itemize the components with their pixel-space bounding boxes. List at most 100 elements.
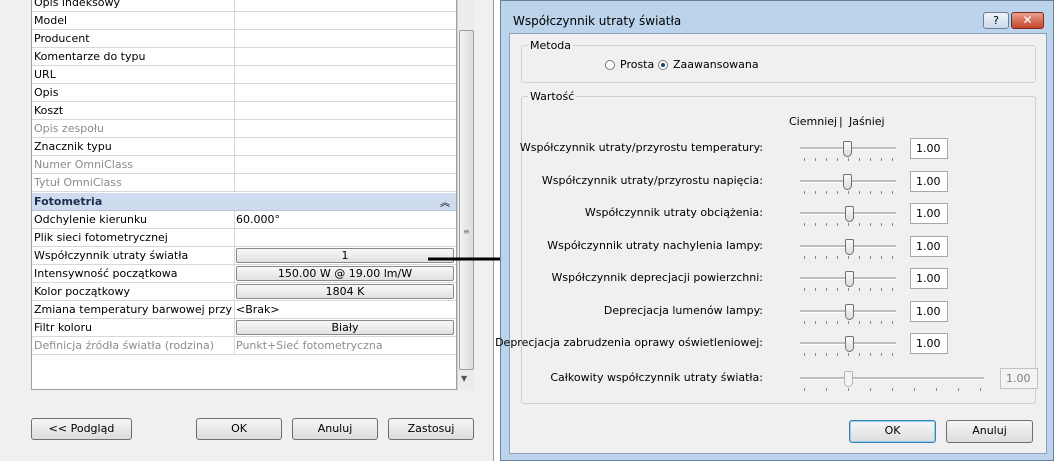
property-row[interactable]: Opis zespołu [32, 120, 456, 138]
slider-thumb[interactable] [845, 336, 854, 352]
property-name: Zmiana temperatury barwowej przyci [34, 303, 232, 316]
property-name: Intensywność początkowa [34, 267, 178, 280]
slider-track[interactable] [800, 376, 984, 380]
preview-button[interactable]: << Podgląd [31, 418, 132, 440]
column-divider [234, 211, 235, 229]
property-name: Opis zespołu [34, 122, 105, 135]
property-value[interactable]: 60.000° [236, 213, 280, 226]
property-value-button[interactable]: 1 [236, 248, 454, 263]
radio-advanced-label[interactable]: Zaawansowana [673, 58, 759, 71]
slider-value-field[interactable]: 1.00 [910, 300, 948, 322]
scale-darker-label: Ciemniej [789, 115, 838, 128]
property-name: Opis [34, 86, 59, 99]
slider-value-field[interactable]: 1.00 [910, 268, 948, 289]
method-group-label: Metoda [528, 39, 574, 52]
slider-ticks [804, 288, 893, 292]
dialog-cancel-button[interactable]: Anuluj [946, 420, 1033, 443]
property-row[interactable]: Definicja źródła światła (rodzina) Punkt+… [32, 337, 456, 355]
slider-thumb[interactable] [845, 238, 854, 255]
type-properties-panel: Opis indeksowy Model Producent Komentarze d… [0, 0, 494, 461]
section-title: Fotometria [34, 195, 103, 208]
property-name: Producent [34, 32, 90, 45]
property-row[interactable]: Numer OmniClass [32, 156, 456, 174]
slider-ticks [804, 190, 893, 195]
section-header-photometry[interactable]: Fotometria ︽ [32, 193, 456, 211]
slider-thumb[interactable] [845, 303, 854, 320]
property-row[interactable]: Model [32, 12, 456, 30]
property-value-button[interactable]: 1804 K [236, 284, 454, 299]
properties-scrollbar[interactable]: ≡ ▼ [457, 0, 474, 390]
slider-thumb[interactable] [843, 141, 852, 157]
close-icon[interactable]: ✕ [1011, 12, 1044, 29]
property-name: Opis indeksowy [34, 0, 121, 9]
column-divider [234, 229, 235, 247]
property-name: Znacznik typu [34, 140, 112, 153]
slider-value-field[interactable]: 1.00 [910, 203, 948, 224]
column-divider [234, 0, 235, 12]
slider-thumb[interactable] [843, 173, 852, 190]
property-name: Tytuł OmniClass [34, 176, 122, 189]
scrollbar-thumb[interactable]: ≡ [459, 30, 474, 370]
column-divider [234, 48, 235, 66]
slider-thumb[interactable] [845, 271, 854, 287]
column-divider [234, 265, 235, 283]
slider-ticks [804, 387, 981, 392]
ok-button[interactable]: OK [196, 418, 282, 440]
property-row[interactable]: Filtr koloru Biały [32, 319, 456, 337]
property-row[interactable]: Plik sieci fotometrycznej [32, 229, 456, 247]
slider-value-field[interactable]: 1.00 [910, 170, 948, 192]
help-button[interactable]: ? [983, 12, 1009, 29]
property-row[interactable]: URL [32, 66, 456, 84]
column-divider [234, 283, 235, 301]
property-value[interactable]: Punkt+Sieć fotometryczna [236, 339, 383, 352]
slider-value-field: 1.00 [1000, 367, 1038, 389]
dialog-ok-button[interactable]: OK [849, 420, 936, 443]
radio-simple[interactable] [605, 60, 615, 70]
property-name: Odchylenie kierunku [34, 213, 147, 226]
dialog-title: Współczynnik utraty światła [513, 14, 682, 28]
property-value[interactable]: <Brak> [236, 303, 280, 316]
column-divider [234, 12, 235, 30]
property-row[interactable]: Producent [32, 30, 456, 48]
radio-advanced[interactable] [658, 60, 668, 70]
slider-label: Współczynnik utraty obciążenia: [584, 206, 763, 219]
cancel-button[interactable]: Anuluj [292, 418, 378, 440]
property-name: URL [34, 68, 56, 81]
scroll-down-arrow-icon[interactable]: ▼ [461, 374, 467, 383]
property-row[interactable]: Odchylenie kierunku 60.000° [32, 211, 456, 229]
column-divider [234, 156, 235, 174]
property-row[interactable]: Tytuł OmniClass [32, 174, 456, 192]
slider-thumb[interactable] [845, 206, 854, 222]
property-row[interactable]: Opis [32, 84, 456, 102]
property-name: Plik sieci fotometrycznej [34, 231, 168, 244]
slider-ticks [804, 255, 893, 260]
property-row[interactable]: Kolor początkowy 1804 K [32, 283, 456, 301]
slider-value-field[interactable]: 1.00 [910, 333, 948, 354]
property-row[interactable]: Komentarze do typu [32, 48, 456, 66]
property-row[interactable]: Intensywność początkowa 150.00 W @ 19.00 … [32, 265, 456, 283]
property-name: Model [34, 14, 68, 27]
property-row[interactable]: Zmiana temperatury barwowej przyci <Brak> [32, 301, 456, 319]
property-row[interactable]: Opis indeksowy [32, 0, 456, 12]
column-divider [234, 30, 235, 48]
property-name: Koszt [34, 104, 64, 117]
radio-simple-label[interactable]: Prosta [620, 58, 654, 71]
property-row[interactable]: Koszt [32, 102, 456, 120]
column-divider [234, 120, 235, 138]
collapse-icon[interactable]: ︽ [440, 194, 450, 209]
property-row[interactable]: Współczynnik utraty światła 1 [32, 247, 456, 265]
light-loss-factor-dialog: Współczynnik utraty światła ? ✕ Metoda P… [495, 0, 1054, 461]
slider-ticks [804, 353, 893, 357]
property-value-button[interactable]: 150.00 W @ 19.00 lm/W [236, 266, 454, 281]
slider-value-field[interactable]: 1.00 [910, 138, 948, 159]
column-divider [234, 301, 235, 319]
property-value-button[interactable]: Biały [236, 320, 454, 335]
property-name: Numer OmniClass [34, 158, 134, 171]
slider-label: Współczynnik utraty/przyrostu napięcia: [541, 173, 763, 187]
slider-label: Współczynnik utraty nachylenia lampy: [547, 238, 763, 252]
slider-ticks [804, 223, 893, 227]
apply-button[interactable]: Zastosuj [388, 418, 474, 440]
property-row[interactable]: Znacznik typu [32, 138, 456, 156]
slider-value-field[interactable]: 1.00 [910, 235, 948, 257]
slider-label: Deprecjacja zabrudzenia oprawy oświetlen… [495, 336, 763, 349]
